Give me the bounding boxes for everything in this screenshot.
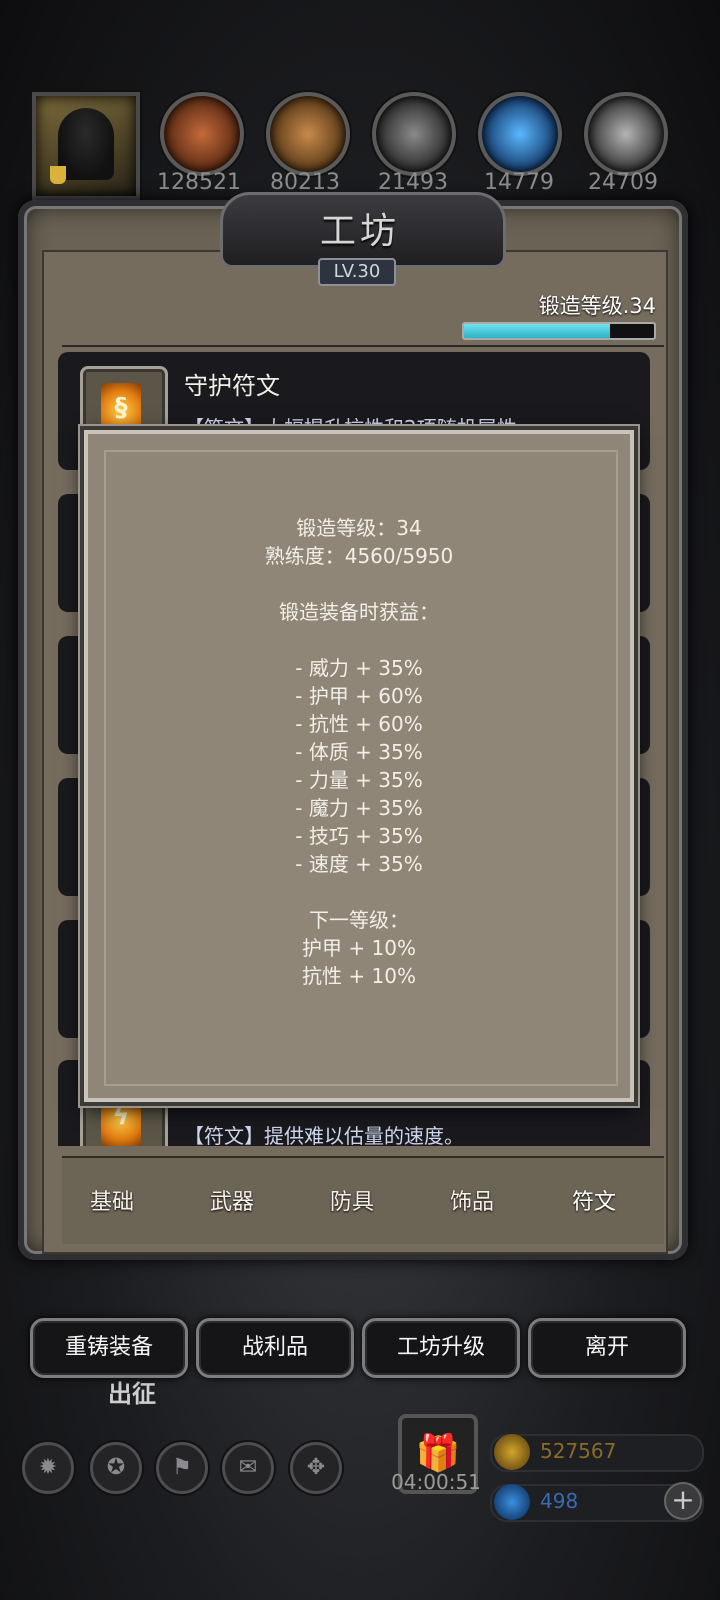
popup-next: 护甲 + 10% <box>302 936 416 960</box>
item-desc: 【符文】提供难以估量的速度。 <box>184 1124 464 1146</box>
star-icon[interactable]: ✪ <box>90 1442 142 1494</box>
leather-resource-icon <box>160 92 244 176</box>
panel-title: 工坊 <box>319 211 400 252</box>
popup-gain: - 体质 + 35% <box>295 740 423 764</box>
workshop-upgrade-button[interactable]: 工坊升级 <box>362 1318 520 1378</box>
crystal-count: 14779 <box>484 170 554 195</box>
popup-gain: - 护甲 + 60% <box>295 684 423 708</box>
iron-resource-icon <box>372 92 456 176</box>
popup-gain: - 威力 + 35% <box>295 656 423 680</box>
tab-weapons[interactable]: 武器 <box>172 1184 292 1216</box>
item-name: 守护符文 <box>184 372 280 400</box>
popup-gain-header: 锻造装备时获益： <box>279 600 439 624</box>
leave-button[interactable]: 离开 <box>528 1318 686 1378</box>
workshop-level-badge: LV.30 <box>318 258 396 286</box>
settings-icon[interactable]: ✹ <box>22 1442 74 1494</box>
gold-amount: 527567 <box>540 1439 617 1463</box>
reforge-button[interactable]: 重铸装备 <box>30 1318 188 1378</box>
background-label: 出征 <box>108 1380 156 1408</box>
tab-basic[interactable]: 基础 <box>52 1184 172 1216</box>
popup-gain: - 力量 + 35% <box>295 768 423 792</box>
category-tabs: 基础 武器 防具 饰品 符文 <box>62 1156 664 1244</box>
gem-icon <box>494 1484 530 1520</box>
popup-gain: - 抗性 + 60% <box>295 712 423 736</box>
popup-next: 抗性 + 10% <box>302 964 416 988</box>
loot-button[interactable]: 战利品 <box>196 1318 354 1378</box>
gem-amount: 498 <box>540 1489 579 1513</box>
gold-coin-icon <box>494 1434 530 1470</box>
gift-timer: 04:00:51 <box>391 1470 481 1494</box>
wood-resource-icon <box>266 92 350 176</box>
hero-hood-art <box>58 108 114 180</box>
divider <box>62 345 664 347</box>
steel-resource-icon <box>584 92 668 176</box>
banner-icon[interactable]: ⚑ <box>156 1442 208 1494</box>
forge-progress-bar <box>462 322 656 340</box>
mail-icon[interactable]: ✉ <box>222 1442 274 1494</box>
popup-forge-level: 锻造等级：34 <box>296 516 422 540</box>
add-gems-button[interactable]: + <box>664 1482 702 1520</box>
crystal-resource-icon <box>478 92 562 176</box>
popup-gain: - 速度 + 35% <box>295 852 423 876</box>
popup-proficiency: 熟练度：4560/5950 <box>264 544 454 568</box>
forge-progress-fill <box>464 324 611 338</box>
steel-count: 24709 <box>588 170 658 195</box>
popup-gain: - 魔力 + 35% <box>295 796 423 820</box>
leather-count: 128521 <box>157 170 241 195</box>
trophy-icon <box>50 166 66 184</box>
popup-next-header: 下一等级： <box>309 908 409 932</box>
tab-armor[interactable]: 防具 <box>292 1184 412 1216</box>
popup-gain: - 技巧 + 35% <box>295 824 423 848</box>
handshake-icon[interactable]: ✥ <box>290 1442 342 1494</box>
forge-info-popup[interactable]: 锻造等级：34 熟练度：4560/5950 锻造装备时获益： - 威力 + 35… <box>84 430 634 1102</box>
hero-portrait[interactable] <box>32 92 140 200</box>
tab-accessories[interactable]: 饰品 <box>412 1184 532 1216</box>
tab-runes[interactable]: 符文 <box>534 1184 654 1216</box>
forge-level-label: 锻造等级.34 <box>538 294 656 318</box>
